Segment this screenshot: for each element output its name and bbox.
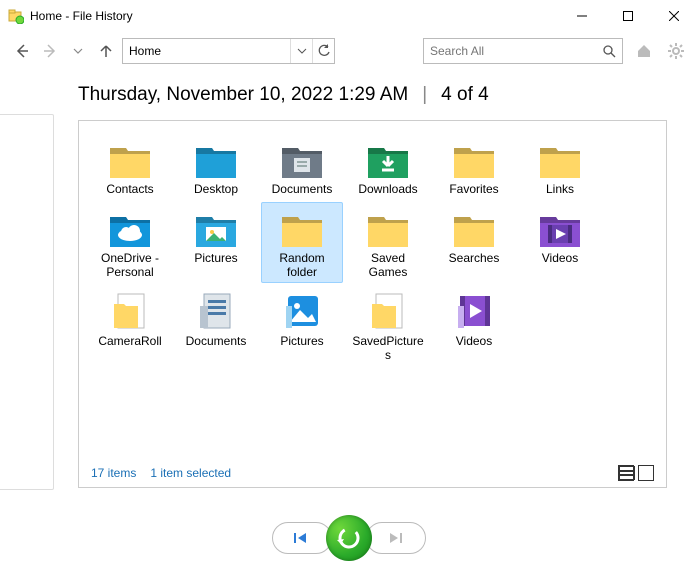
lib-video-icon [450, 290, 498, 332]
item-label: Searches [436, 251, 512, 265]
selection-count: 1 item selected [150, 466, 231, 480]
close-button[interactable] [651, 0, 697, 32]
navigation-controls [0, 510, 697, 566]
refresh-button[interactable] [312, 39, 334, 63]
search-input[interactable] [424, 39, 596, 63]
folder-yellow-icon [450, 207, 498, 249]
file-item[interactable]: Desktop [175, 133, 257, 200]
previous-version-peek[interactable] [0, 114, 54, 490]
file-pane: Contacts Desktop Documents Downloads Fav… [78, 120, 667, 488]
item-count: 17 items [91, 466, 136, 480]
file-item[interactable]: Random folder [261, 202, 343, 283]
item-label: Pictures [178, 251, 254, 265]
item-label: SavedPictures [350, 334, 426, 362]
search-icon[interactable] [596, 44, 622, 58]
minimize-button[interactable] [559, 0, 605, 32]
folder-cloud-icon [106, 207, 154, 249]
folder-yellow-icon [364, 207, 412, 249]
file-item[interactable]: Links [519, 133, 601, 200]
items-grid: Contacts Desktop Documents Downloads Fav… [89, 133, 656, 459]
file-item[interactable]: Favorites [433, 133, 515, 200]
folder-green-dl-icon [364, 138, 412, 180]
file-item[interactable]: Documents [261, 133, 343, 200]
up-button[interactable] [94, 39, 118, 63]
file-item[interactable]: OneDrive - Personal [89, 202, 171, 283]
file-item[interactable]: Documents [175, 285, 257, 366]
item-label: Documents [264, 182, 340, 196]
file-item[interactable]: Pictures [175, 202, 257, 283]
file-item[interactable]: Videos [433, 285, 515, 366]
folder-pictures-icon [192, 207, 240, 249]
address-dropdown-button[interactable] [290, 39, 312, 63]
home-icon[interactable] [633, 40, 655, 62]
item-label: Documents [178, 334, 254, 348]
file-item[interactable]: Videos [519, 202, 601, 283]
item-label: Links [522, 182, 598, 196]
version-position: 4 of 4 [441, 84, 489, 106]
file-item[interactable]: CameraRoll [89, 285, 171, 366]
recent-locations-button[interactable] [66, 39, 90, 63]
titlebar: Home - File History [0, 0, 697, 32]
item-label: Videos [522, 251, 598, 265]
maximize-button[interactable] [605, 0, 651, 32]
file-item[interactable]: Pictures [261, 285, 343, 366]
file-item[interactable]: Searches [433, 202, 515, 283]
status-bar: 17 items 1 item selected [89, 459, 656, 483]
lib-yellow-icon [364, 290, 412, 332]
item-label: Random folder [264, 251, 340, 279]
item-label: Desktop [178, 182, 254, 196]
back-button[interactable] [10, 39, 34, 63]
view-details-button[interactable] [618, 465, 634, 481]
folder-yellow-icon [278, 207, 326, 249]
lib-picture-icon [278, 290, 326, 332]
restore-button[interactable] [326, 515, 372, 561]
app-icon [8, 8, 24, 24]
window-title: Home - File History [30, 9, 559, 23]
item-label: Pictures [264, 334, 340, 348]
lib-yellow-icon [106, 290, 154, 332]
file-item[interactable]: Saved Games [347, 202, 429, 283]
item-label: Saved Games [350, 251, 426, 279]
address-input[interactable] [123, 39, 290, 63]
file-item[interactable]: Downloads [347, 133, 429, 200]
folder-gray-icon [278, 138, 326, 180]
folder-yellow-icon [106, 138, 154, 180]
main-area: Thursday, November 10, 2022 1:29 AM | 4 … [0, 74, 697, 510]
previous-version-button[interactable] [272, 522, 332, 554]
toolbar [0, 32, 697, 74]
folder-yellow-icon [450, 138, 498, 180]
item-label: Videos [436, 334, 512, 348]
search-box[interactable] [423, 38, 623, 64]
file-item[interactable]: Contacts [89, 133, 171, 200]
item-label: Downloads [350, 182, 426, 196]
file-item[interactable]: SavedPictures [347, 285, 429, 366]
version-datetime: Thursday, November 10, 2022 1:29 AM [78, 84, 408, 106]
gear-icon[interactable] [665, 40, 687, 62]
folder-yellow-icon [536, 138, 584, 180]
next-version-button[interactable] [366, 522, 426, 554]
item-label: Favorites [436, 182, 512, 196]
item-label: OneDrive - Personal [92, 251, 168, 279]
folder-blue-icon [192, 138, 240, 180]
lib-doc-icon [192, 290, 240, 332]
item-label: Contacts [92, 182, 168, 196]
forward-button[interactable] [38, 39, 62, 63]
separator: | [422, 84, 427, 106]
item-label: CameraRoll [92, 334, 168, 348]
address-bar[interactable] [122, 38, 335, 64]
view-large-icons-button[interactable] [638, 465, 654, 481]
folder-videos-icon [536, 207, 584, 249]
version-header: Thursday, November 10, 2022 1:29 AM | 4 … [78, 84, 667, 106]
